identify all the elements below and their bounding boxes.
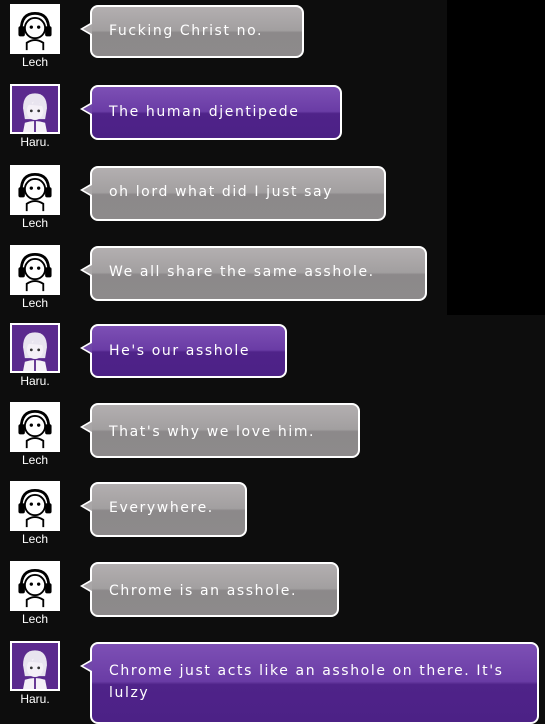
speaker-name: Lech [21,216,49,230]
message-bubble: He's our asshole [90,324,287,378]
speaker-name: Lech [21,453,49,467]
speaker-name: Lech [21,612,49,626]
message-text: The human djentipede [109,104,300,120]
speaker-name: Haru. [20,374,50,388]
message-text: Chrome just acts like an asshole on ther… [109,663,504,701]
headphones-avatar-icon [10,4,60,54]
anime-avatar-icon [10,323,60,373]
anime-avatar-icon [10,641,60,691]
speaker-name: Lech [21,532,49,546]
headphones-avatar-icon [10,402,60,452]
message-bubble: We all share the same asshole. [90,246,427,301]
speaker-name: Haru. [20,692,50,706]
message-bubble: Fucking Christ no. [90,5,304,58]
background-panel [447,0,545,315]
headphones-avatar-icon [10,165,60,215]
headphones-avatar-icon [10,561,60,611]
message-bubble: The human djentipede [90,85,342,140]
message-text: oh lord what did I just say [109,184,334,200]
message-text: Everywhere. [109,500,214,516]
headphones-avatar-icon [10,245,60,295]
speaker-name: Lech [21,55,49,69]
message-text: Fucking Christ no. [109,23,264,39]
speaker-name: Haru. [20,135,50,149]
message-bubble: Everywhere. [90,482,247,537]
message-bubble: That's why we love him. [90,403,360,458]
anime-avatar-icon [10,84,60,134]
message-text: Chrome is an asshole. [109,583,298,599]
message-bubble: Chrome is an asshole. [90,562,339,617]
headphones-avatar-icon [10,481,60,531]
speaker-name: Lech [21,296,49,310]
message-text: That's why we love him. [109,424,316,440]
message-bubble: oh lord what did I just say [90,166,386,221]
message-text: He's our asshole [109,343,251,359]
message-text: We all share the same asshole. [109,264,375,280]
message-bubble: Chrome just acts like an asshole on ther… [90,642,539,724]
